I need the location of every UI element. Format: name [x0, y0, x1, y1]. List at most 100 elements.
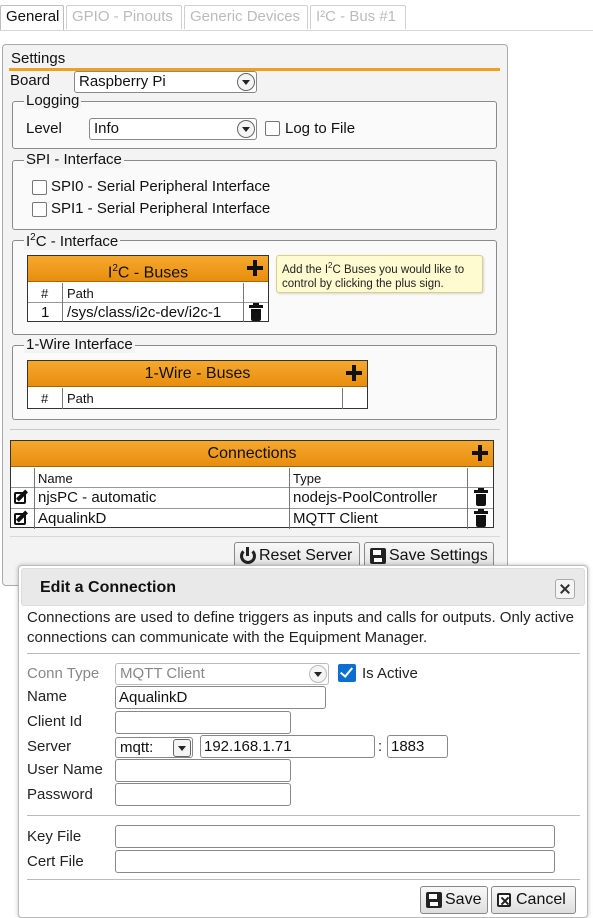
onewire-buses-grid: 1-Wire - Buses # Path	[27, 360, 368, 409]
server-label: Server	[27, 738, 72, 755]
tab-general[interactable]: General	[0, 5, 64, 31]
edit-connection-icon[interactable]	[14, 489, 30, 505]
i2c-buses-grid: I2C - Buses # Path 1 /sys/class/i2c-dev/…	[27, 255, 269, 322]
dialog-description: Connections are used to define triggers …	[27, 609, 574, 646]
chevron-down-icon[interactable]	[237, 120, 255, 138]
spi0-checkbox[interactable]	[32, 180, 47, 195]
tab-generic-devices[interactable]: Generic Devices	[184, 5, 308, 29]
spi1-checkbox[interactable]	[32, 202, 47, 217]
floppy-disk-icon	[370, 548, 386, 564]
tab-bar-divider	[0, 30, 593, 31]
connections-col-name: Name	[38, 471, 73, 486]
dialog-divider	[27, 815, 580, 816]
i2c-row-num: 1	[41, 304, 50, 321]
level-label: Level	[26, 120, 62, 137]
i2c-tooltip: Add the I2C Buses you would like to cont…	[276, 255, 483, 293]
name-input[interactable]: AqualinkD	[115, 686, 326, 709]
key-file-input[interactable]	[115, 825, 555, 848]
chevron-down-icon[interactable]	[237, 73, 255, 91]
connections-col-divider	[34, 468, 35, 529]
save-settings-label: Save Settings	[389, 547, 488, 564]
logging-fieldset: Logging Level Info Log to File	[12, 93, 497, 149]
cancel-x-icon	[497, 893, 511, 907]
edit-connection-icon[interactable]	[14, 510, 30, 526]
spi-legend: SPI - Interface	[24, 151, 124, 168]
connections-col-type: Type	[293, 471, 322, 486]
tab-i2c-bus-1[interactable]: I²C - Bus #1	[310, 5, 406, 29]
add-i2c-bus-plus-icon[interactable]	[246, 259, 264, 277]
dialog-save-label: Save	[445, 891, 482, 908]
delete-connection-trash-icon[interactable]	[474, 488, 488, 506]
is-active-checkbox[interactable]	[338, 664, 356, 682]
connection-row-type: MQTT Client	[293, 510, 378, 527]
add-connection-plus-icon[interactable]	[471, 444, 489, 462]
server-port-input[interactable]: 1883	[387, 735, 448, 758]
log-to-file-checkbox[interactable]	[265, 121, 280, 136]
logging-legend: Logging	[24, 92, 82, 109]
power-icon-stem	[246, 547, 249, 556]
onewire-col-path: Path	[67, 391, 94, 406]
settings-panel: Settings Board Raspberry Pi Logging Leve…	[2, 44, 508, 586]
log-to-file-label[interactable]: Log to File	[285, 120, 355, 137]
connections-header-divider	[11, 487, 493, 488]
chevron-down-icon[interactable]	[309, 665, 327, 683]
dialog-header: Edit a Connection	[21, 568, 585, 606]
settings-button-divider	[10, 536, 500, 537]
dialog-cancel-label: Cancel	[516, 891, 566, 908]
log-level-select[interactable]: Info	[89, 118, 257, 140]
conn-type-value: MQTT Client	[120, 665, 205, 682]
floppy-disk-icon	[426, 892, 442, 908]
i2c-row-path[interactable]: /sys/class/i2c-dev/i2c-1	[67, 305, 221, 321]
reset-server-label: Reset Server	[259, 547, 353, 564]
dialog-divider	[27, 653, 580, 654]
dialog-divider	[27, 879, 580, 880]
chevron-down-icon[interactable]	[173, 739, 191, 757]
i2c-col-divider	[62, 283, 63, 322]
server-host-input[interactable]: 192.168.1.71	[200, 735, 375, 758]
client-id-label: Client Id	[27, 713, 83, 730]
spi0-label[interactable]: SPI0 - Serial Peripheral Interface	[51, 178, 270, 195]
settings-title: Settings	[11, 50, 66, 67]
onewire-col-divider	[62, 388, 63, 409]
onewire-col-divider	[342, 388, 343, 409]
dialog-title: Edit a Connection	[40, 579, 176, 596]
spi-fieldset: SPI - Interface SPI0 - Serial Peripheral…	[12, 152, 497, 230]
delete-i2c-bus-trash-icon[interactable]	[249, 303, 263, 321]
connection-row-name: njsPC - automatic	[38, 489, 157, 506]
delete-connection-trash-icon[interactable]	[474, 509, 488, 527]
name-label: Name	[27, 688, 68, 705]
cert-file-label: Cert File	[27, 853, 84, 870]
tab-gpio-pinouts[interactable]: GPIO - Pinouts	[66, 5, 182, 29]
dialog-save-button[interactable]: Save	[420, 886, 488, 914]
edit-connection-dialog: Edit a Connection Connections are used t…	[18, 565, 588, 918]
is-active-label[interactable]: Is Active	[362, 665, 418, 682]
port-separator: :	[378, 738, 383, 755]
onewire-buses-grid-title: 1-Wire - Buses	[28, 361, 367, 387]
connections-row-divider	[11, 508, 493, 509]
board-select[interactable]: Raspberry Pi	[74, 71, 257, 93]
username-label: User Name	[27, 761, 103, 778]
i2c-col-num: #	[41, 286, 49, 301]
protocol-select[interactable]: mqtt:	[115, 737, 193, 758]
password-input[interactable]	[115, 783, 291, 806]
spi1-label[interactable]: SPI1 - Serial Peripheral Interface	[51, 200, 270, 217]
password-label: Password	[27, 786, 93, 803]
dialog-cancel-button[interactable]: Cancel	[491, 886, 576, 914]
conn-type-label: Conn Type	[27, 665, 100, 682]
connection-row-type: nodejs-PoolController	[293, 489, 438, 506]
board-select-value: Raspberry Pi	[79, 73, 166, 90]
key-file-label: Key File	[27, 828, 82, 845]
connection-row-name: AqualinkD	[38, 510, 107, 527]
add-onewire-bus-plus-icon[interactable]	[345, 364, 363, 382]
close-icon[interactable]	[555, 579, 575, 599]
i2c-col-divider	[243, 283, 244, 322]
log-level-value: Info	[94, 120, 120, 137]
connections-grid: Connections Name Type njsPC - automatic …	[10, 440, 494, 529]
client-id-input[interactable]	[115, 711, 291, 734]
cert-file-input[interactable]	[115, 850, 555, 873]
settings-divider	[10, 429, 500, 430]
username-input[interactable]	[115, 759, 291, 782]
conn-type-select[interactable]: MQTT Client	[115, 663, 329, 685]
protocol-value: mqtt:	[120, 739, 154, 756]
i2c-col-path: Path	[67, 286, 94, 301]
